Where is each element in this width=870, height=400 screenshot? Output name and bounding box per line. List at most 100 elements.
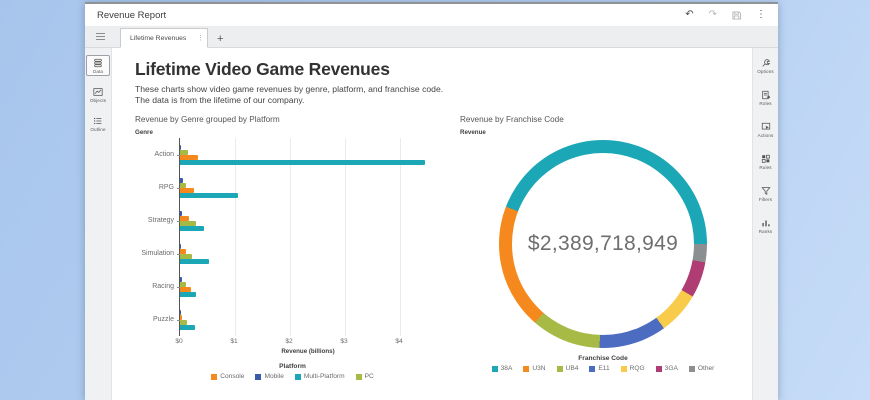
- legend-label: PC: [365, 373, 374, 380]
- bar-group-simulation: [180, 237, 437, 270]
- category-label-rpg: RPG: [135, 171, 179, 204]
- main-area: Data Objects Outline Lifetime Video Game R…: [85, 48, 778, 400]
- legend-label: 3GA: [665, 365, 678, 372]
- rail-item-options[interactable]: Options: [754, 55, 778, 76]
- filters-icon: [761, 186, 771, 196]
- ranks-icon: [761, 218, 771, 228]
- objects-icon: [93, 87, 103, 97]
- donut-plot-area[interactable]: $2,389,718,949: [499, 140, 707, 348]
- rail-item-label: Objects: [90, 98, 106, 103]
- bar-rpg-multi-platform[interactable]: [180, 193, 238, 198]
- platform-legend-item-console[interactable]: Console: [211, 373, 244, 380]
- page-subtitle: These charts show video game revenues by…: [135, 84, 746, 106]
- legend-swatch: [689, 366, 695, 372]
- legend-swatch: [295, 374, 301, 380]
- franchise-legend-item-other[interactable]: Other: [689, 365, 715, 372]
- rail-item-label: Ranks: [759, 229, 773, 234]
- legend-label: RQG: [630, 365, 645, 372]
- title-bar: Revenue Report ↶ ↷ ⋮: [85, 4, 778, 27]
- platform-legend-title: Platform: [135, 363, 450, 370]
- legend-label: Other: [698, 365, 715, 372]
- x-axis-tick-label: $3: [340, 338, 347, 345]
- rail-item-actions[interactable]: Actions: [754, 119, 778, 140]
- franchise-legend-item-ub4[interactable]: UB4: [557, 365, 579, 372]
- rail-item-outline[interactable]: Outline: [86, 113, 110, 134]
- franchise-legend-item-rqg[interactable]: RQG: [621, 365, 645, 372]
- donut-total-revenue: $2,389,718,949: [499, 140, 707, 348]
- bar-chart-revenue-by-genre[interactable]: Revenue by Genre grouped by Platform Gen…: [135, 115, 450, 380]
- rail-item-ranks[interactable]: Ranks: [754, 215, 778, 236]
- outline-icon: [93, 116, 103, 126]
- bar-group-racing: [180, 270, 437, 303]
- bar-racing-multi-platform[interactable]: [180, 292, 196, 297]
- platform-legend: Platform Console Mobile Multi-Platform PC: [135, 363, 450, 380]
- legend-label: Mobile: [264, 373, 283, 380]
- report-canvas: Lifetime Video Game Revenues These chart…: [112, 48, 752, 400]
- franchise-legend: Franchise Code 38A U3N UB4 E11 RQG 3GA Other: [460, 355, 746, 372]
- legend-label: U3N: [532, 365, 545, 372]
- bar-chart-plot-area: [179, 138, 437, 336]
- legend-swatch: [255, 374, 261, 380]
- rail-item-label: Data: [93, 69, 103, 74]
- category-label-puzzle: Puzzle: [135, 303, 179, 336]
- undo-icon[interactable]: ↶: [685, 10, 693, 20]
- rail-item-label: Actions: [758, 133, 774, 138]
- legend-label: E11: [598, 365, 609, 372]
- legend-swatch: [492, 366, 498, 372]
- rail-item-label: Rules: [759, 165, 771, 170]
- bar-chart-title: Revenue by Genre grouped by Platform: [135, 115, 450, 124]
- save-icon[interactable]: [732, 11, 741, 20]
- more-menu-icon[interactable]: ⋮: [756, 10, 766, 20]
- legend-label: Multi-Platform: [304, 373, 345, 380]
- legend-swatch: [621, 366, 627, 372]
- franchise-legend-item-3ga[interactable]: 3GA: [656, 365, 678, 372]
- bar-simulation-multi-platform[interactable]: [180, 259, 209, 264]
- rail-item-filters[interactable]: Filters: [754, 183, 778, 204]
- bar-action-multi-platform[interactable]: [180, 160, 425, 165]
- x-axis-tick-label: $1: [230, 338, 237, 345]
- tab-lifetime-revenues[interactable]: Lifetime Revenues ⋮: [120, 28, 208, 48]
- add-page-button[interactable]: +: [217, 34, 223, 45]
- franchise-legend-item-38a[interactable]: 38A: [492, 365, 513, 372]
- franchise-legend-item-u3n[interactable]: U3N: [523, 365, 545, 372]
- legend-swatch: [656, 366, 662, 372]
- pages-menu-icon[interactable]: [92, 28, 108, 44]
- bar-group-puzzle: [180, 303, 437, 336]
- rail-item-data[interactable]: Data: [86, 55, 110, 76]
- bar-strategy-multi-platform[interactable]: [180, 226, 204, 231]
- rail-item-roles[interactable]: Roles: [754, 87, 778, 108]
- bar-chart-y-axis-label: Genre: [135, 129, 450, 136]
- legend-swatch: [523, 366, 529, 372]
- bar-chart-x-axis-label: Revenue (billions): [179, 348, 437, 355]
- right-toolbar: Options Roles Actions Rules Filters Ranks: [752, 48, 778, 400]
- category-label-racing: Racing: [135, 270, 179, 303]
- platform-legend-item-pc[interactable]: PC: [356, 373, 374, 380]
- redo-icon[interactable]: ↷: [709, 10, 717, 20]
- donut-chart-value-label: Revenue: [460, 129, 746, 136]
- rail-item-label: Outline: [90, 127, 105, 132]
- category-label-action: Action: [135, 138, 179, 171]
- rail-item-objects[interactable]: Objects: [86, 84, 110, 105]
- bar-group-strategy: [180, 204, 437, 237]
- data-icon: [93, 58, 103, 68]
- tab-menu-icon[interactable]: ⋮: [197, 34, 204, 42]
- franchise-legend-title: Franchise Code: [460, 355, 746, 362]
- subtitle-line-1: These charts show video game revenues by…: [135, 84, 746, 95]
- rail-item-label: Filters: [759, 197, 772, 202]
- donut-chart-revenue-by-franchise[interactable]: Revenue by Franchise Code Revenue $2,389…: [450, 115, 746, 380]
- category-label-simulation: Simulation: [135, 237, 179, 270]
- platform-legend-item-multi-platform[interactable]: Multi-Platform: [295, 373, 345, 380]
- franchise-legend-item-e11[interactable]: E11: [589, 365, 609, 372]
- platform-legend-item-mobile[interactable]: Mobile: [255, 373, 283, 380]
- rail-item-rules[interactable]: Rules: [754, 151, 778, 172]
- roles-icon: [761, 90, 771, 100]
- charts-row: Revenue by Genre grouped by Platform Gen…: [135, 115, 746, 380]
- page-title: Lifetime Video Game Revenues: [135, 59, 746, 80]
- bar-puzzle-multi-platform[interactable]: [180, 325, 195, 330]
- rules-icon: [761, 154, 771, 164]
- actions-icon: [761, 122, 771, 132]
- legend-label: UB4: [566, 365, 579, 372]
- bar-group-action: [180, 138, 437, 171]
- legend-swatch: [211, 374, 217, 380]
- legend-label: 38A: [501, 365, 513, 372]
